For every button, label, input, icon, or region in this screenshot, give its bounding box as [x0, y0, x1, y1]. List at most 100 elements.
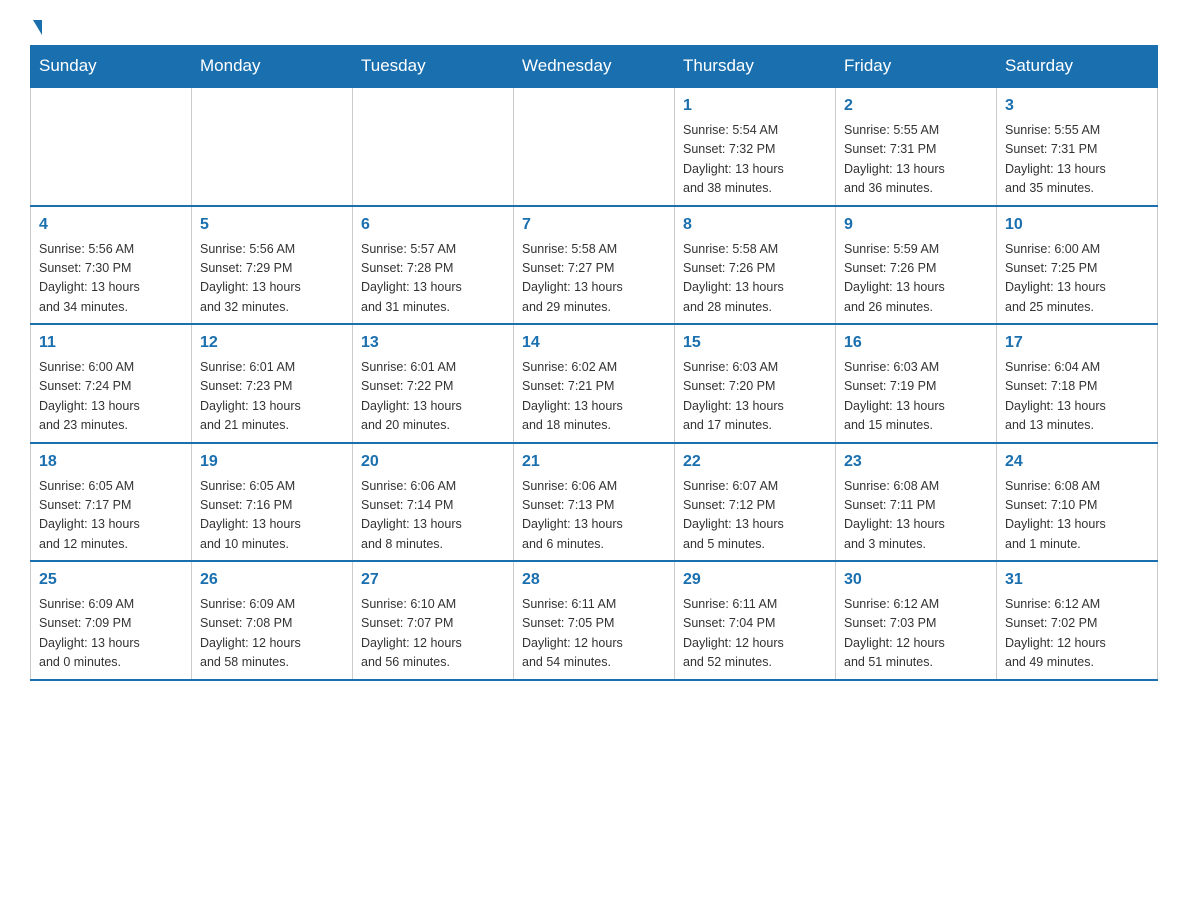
day-number: 24 [1005, 450, 1149, 474]
day-number: 17 [1005, 331, 1149, 355]
day-number: 3 [1005, 94, 1149, 118]
day-info: Sunrise: 6:01 AMSunset: 7:22 PMDaylight:… [361, 358, 505, 436]
calendar-cell: 25 Sunrise: 6:09 AMSunset: 7:09 PMDayligh… [31, 561, 192, 680]
calendar-cell: 3 Sunrise: 5:55 AMSunset: 7:31 PMDaylight… [997, 87, 1158, 206]
day-number: 29 [683, 568, 827, 592]
calendar-cell: 14 Sunrise: 6:02 AMSunset: 7:21 PMDayligh… [514, 324, 675, 443]
day-info: Sunrise: 6:02 AMSunset: 7:21 PMDaylight:… [522, 358, 666, 436]
day-number: 11 [39, 331, 183, 355]
day-info: Sunrise: 5:56 AMSunset: 7:29 PMDaylight:… [200, 240, 344, 318]
week-row-1: 1 Sunrise: 5:54 AMSunset: 7:32 PMDaylight… [31, 87, 1158, 206]
day-info: Sunrise: 5:56 AMSunset: 7:30 PMDaylight:… [39, 240, 183, 318]
week-row-3: 11 Sunrise: 6:00 AMSunset: 7:24 PMDayligh… [31, 324, 1158, 443]
day-number: 9 [844, 213, 988, 237]
day-number: 8 [683, 213, 827, 237]
day-number: 31 [1005, 568, 1149, 592]
day-info: Sunrise: 5:55 AMSunset: 7:31 PMDaylight:… [1005, 121, 1149, 199]
day-info: Sunrise: 6:08 AMSunset: 7:11 PMDaylight:… [844, 477, 988, 555]
day-info: Sunrise: 5:57 AMSunset: 7:28 PMDaylight:… [361, 240, 505, 318]
day-number: 27 [361, 568, 505, 592]
calendar-cell: 1 Sunrise: 5:54 AMSunset: 7:32 PMDaylight… [675, 87, 836, 206]
week-row-5: 25 Sunrise: 6:09 AMSunset: 7:09 PMDayligh… [31, 561, 1158, 680]
calendar-cell [514, 87, 675, 206]
header-thursday: Thursday [675, 46, 836, 88]
logo [30, 20, 42, 35]
calendar-cell: 26Sunrise: 6:09 AMSunset: 7:08 PMDayligh… [192, 561, 353, 680]
calendar-cell: 20 Sunrise: 6:06 AMSunset: 7:14 PMDayligh… [353, 443, 514, 562]
day-info: Sunrise: 6:03 AMSunset: 7:20 PMDaylight:… [683, 358, 827, 436]
header-sunday: Sunday [31, 46, 192, 88]
day-info: Sunrise: 5:54 AMSunset: 7:32 PMDaylight:… [683, 121, 827, 199]
day-number: 19 [200, 450, 344, 474]
day-number: 28 [522, 568, 666, 592]
calendar-cell: 5 Sunrise: 5:56 AMSunset: 7:29 PMDaylight… [192, 206, 353, 325]
calendar-header-row: SundayMondayTuesdayWednesdayThursdayFrid… [31, 46, 1158, 88]
calendar-cell: 28 Sunrise: 6:11 AMSunset: 7:05 PMDayligh… [514, 561, 675, 680]
calendar-cell: 15 Sunrise: 6:03 AMSunset: 7:20 PMDayligh… [675, 324, 836, 443]
day-number: 5 [200, 213, 344, 237]
day-info: Sunrise: 6:11 AMSunset: 7:05 PMDaylight:… [522, 595, 666, 673]
day-number: 7 [522, 213, 666, 237]
calendar-cell: 18 Sunrise: 6:05 AMSunset: 7:17 PMDayligh… [31, 443, 192, 562]
day-info: Sunrise: 5:58 AMSunset: 7:26 PMDaylight:… [683, 240, 827, 318]
calendar-cell: 4 Sunrise: 5:56 AMSunset: 7:30 PMDaylight… [31, 206, 192, 325]
calendar-cell: 27 Sunrise: 6:10 AMSunset: 7:07 PMDayligh… [353, 561, 514, 680]
header-tuesday: Tuesday [353, 46, 514, 88]
day-info: Sunrise: 6:11 AMSunset: 7:04 PMDaylight:… [683, 595, 827, 673]
day-number: 20 [361, 450, 505, 474]
day-number: 4 [39, 213, 183, 237]
calendar-cell: 8 Sunrise: 5:58 AMSunset: 7:26 PMDaylight… [675, 206, 836, 325]
calendar-cell: 19 Sunrise: 6:05 AMSunset: 7:16 PMDayligh… [192, 443, 353, 562]
day-number: 1 [683, 94, 827, 118]
calendar-cell: 29 Sunrise: 6:11 AMSunset: 7:04 PMDayligh… [675, 561, 836, 680]
day-number: 25 [39, 568, 183, 592]
day-info: Sunrise: 6:01 AMSunset: 7:23 PMDaylight:… [200, 358, 344, 436]
day-info: Sunrise: 6:06 AMSunset: 7:13 PMDaylight:… [522, 477, 666, 555]
day-number: 16 [844, 331, 988, 355]
calendar-cell: 11 Sunrise: 6:00 AMSunset: 7:24 PMDayligh… [31, 324, 192, 443]
day-number: 2 [844, 94, 988, 118]
day-info: Sunrise: 5:59 AMSunset: 7:26 PMDaylight:… [844, 240, 988, 318]
day-info: Sunrise: 6:06 AMSunset: 7:14 PMDaylight:… [361, 477, 505, 555]
calendar-cell: 9 Sunrise: 5:59 AMSunset: 7:26 PMDaylight… [836, 206, 997, 325]
calendar-cell: 2Sunrise: 5:55 AMSunset: 7:31 PMDaylight… [836, 87, 997, 206]
day-number: 23 [844, 450, 988, 474]
day-number: 14 [522, 331, 666, 355]
day-info: Sunrise: 6:10 AMSunset: 7:07 PMDaylight:… [361, 595, 505, 673]
calendar-cell: 10 Sunrise: 6:00 AMSunset: 7:25 PMDayligh… [997, 206, 1158, 325]
calendar-cell [192, 87, 353, 206]
calendar-cell: 16Sunrise: 6:03 AMSunset: 7:19 PMDayligh… [836, 324, 997, 443]
day-number: 22 [683, 450, 827, 474]
week-row-2: 4 Sunrise: 5:56 AMSunset: 7:30 PMDaylight… [31, 206, 1158, 325]
calendar-cell: 30Sunrise: 6:12 AMSunset: 7:03 PMDayligh… [836, 561, 997, 680]
calendar-table: SundayMondayTuesdayWednesdayThursdayFrid… [30, 45, 1158, 681]
header-saturday: Saturday [997, 46, 1158, 88]
page-header [30, 20, 1158, 35]
day-info: Sunrise: 6:04 AMSunset: 7:18 PMDaylight:… [1005, 358, 1149, 436]
day-number: 30 [844, 568, 988, 592]
day-info: Sunrise: 6:05 AMSunset: 7:16 PMDaylight:… [200, 477, 344, 555]
calendar-cell: 17 Sunrise: 6:04 AMSunset: 7:18 PMDayligh… [997, 324, 1158, 443]
calendar-cell: 7 Sunrise: 5:58 AMSunset: 7:27 PMDaylight… [514, 206, 675, 325]
day-number: 13 [361, 331, 505, 355]
day-number: 18 [39, 450, 183, 474]
day-info: Sunrise: 5:58 AMSunset: 7:27 PMDaylight:… [522, 240, 666, 318]
calendar-cell: 6 Sunrise: 5:57 AMSunset: 7:28 PMDaylight… [353, 206, 514, 325]
logo-arrow-icon [33, 20, 42, 35]
day-info: Sunrise: 6:00 AMSunset: 7:24 PMDaylight:… [39, 358, 183, 436]
calendar-cell: 12Sunrise: 6:01 AMSunset: 7:23 PMDayligh… [192, 324, 353, 443]
day-info: Sunrise: 6:09 AMSunset: 7:09 PMDaylight:… [39, 595, 183, 673]
day-info: Sunrise: 6:00 AMSunset: 7:25 PMDaylight:… [1005, 240, 1149, 318]
calendar-cell: 24 Sunrise: 6:08 AMSunset: 7:10 PMDayligh… [997, 443, 1158, 562]
calendar-cell [353, 87, 514, 206]
calendar-cell: 23 Sunrise: 6:08 AMSunset: 7:11 PMDayligh… [836, 443, 997, 562]
day-number: 10 [1005, 213, 1149, 237]
header-monday: Monday [192, 46, 353, 88]
day-info: Sunrise: 6:05 AMSunset: 7:17 PMDaylight:… [39, 477, 183, 555]
calendar-cell: 22 Sunrise: 6:07 AMSunset: 7:12 PMDayligh… [675, 443, 836, 562]
day-number: 6 [361, 213, 505, 237]
day-info: Sunrise: 6:08 AMSunset: 7:10 PMDaylight:… [1005, 477, 1149, 555]
day-info: Sunrise: 6:07 AMSunset: 7:12 PMDaylight:… [683, 477, 827, 555]
logo-line1 [30, 20, 42, 35]
day-number: 15 [683, 331, 827, 355]
